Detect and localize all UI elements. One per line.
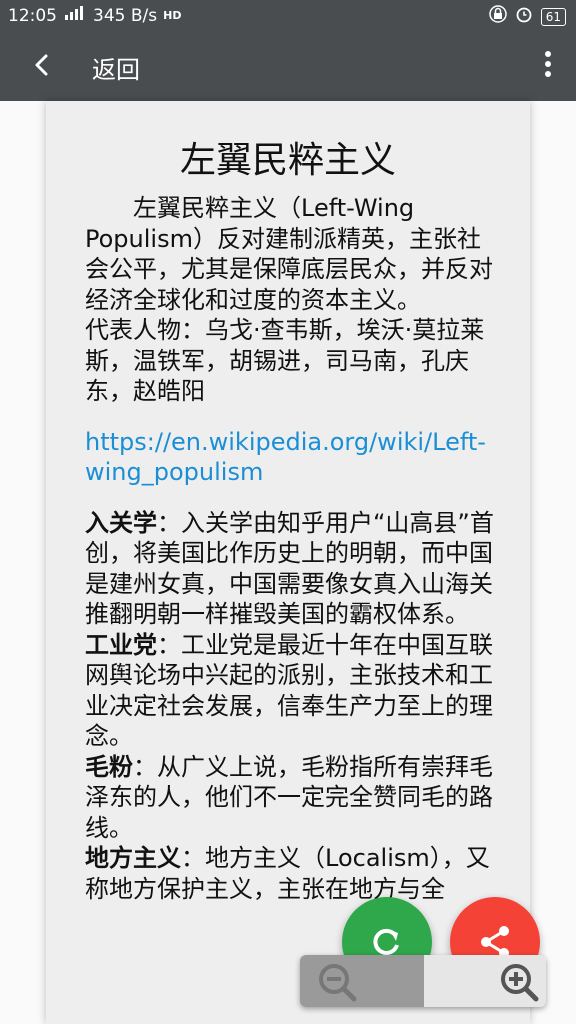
section-term: 入关学 <box>85 508 157 537</box>
lock-icon <box>488 5 507 28</box>
section-paragraph: 入关学：入关学由知乎用户“山高县”首创，将美国比作历史上的明朝，而中国是建州女真… <box>85 508 494 629</box>
article-title: 左翼民粹主义 <box>179 140 396 181</box>
section-paragraph: 工业党：工业党是最近十年在中国互联网舆论场中兴起的派别，主张技术和工业决定社会发… <box>85 630 493 751</box>
zoom-in-icon <box>424 964 546 1007</box>
zoom-out-button[interactable] <box>300 955 424 1007</box>
alarm-icon <box>515 5 533 28</box>
section-term: 毛粉 <box>85 752 133 781</box>
section-term: 工业党 <box>85 630 157 659</box>
back-arrow-icon[interactable] <box>28 50 56 80</box>
more-options-icon[interactable] <box>538 48 558 84</box>
zoom-controls <box>300 955 546 1007</box>
section-paragraph: 地方主义：地方主义（Localism），又称地方保护主义，主张在地方与全 <box>85 844 490 903</box>
section-term: 地方主义 <box>85 844 181 872</box>
article-body: 左翼民粹主义（Left-Wing Populism）反对建制派精英，主张社会公平… <box>85 193 495 904</box>
signal-icon <box>63 5 87 26</box>
battery-icon: 61 <box>540 7 566 26</box>
wiki-link[interactable]: https://en.wikipedia.org/wiki/Left-wing_… <box>85 427 495 488</box>
article-card: 左翼民粹主义 左翼民粹主义（Left-Wing Populism）反对建制派精英… <box>46 101 530 1024</box>
app-bar: 返回 <box>0 30 576 101</box>
section-paragraph: 毛粉：从广义上说，毛粉指所有崇拜毛泽东的人，他们不一定完全赞同毛的路线。 <box>85 752 493 842</box>
article-representatives: 代表人物：乌戈·查韦斯，埃沃·莫拉莱斯，温铁军，胡锡进，司马南，孔庆东，赵皓阳 <box>85 316 485 405</box>
zoom-in-button[interactable] <box>424 955 546 1007</box>
status-time: 12:05 <box>8 5 57 26</box>
network-speed: 345 B/s <box>93 5 158 26</box>
hd-badge: HD <box>163 9 182 22</box>
status-bar: 12:05 345 B/s HD 61 <box>0 0 576 30</box>
back-button[interactable]: 返回 <box>92 50 140 85</box>
zoom-out-icon <box>300 964 424 1007</box>
article-intro: 左翼民粹主义（Left-Wing Populism）反对建制派精英，主张社会公平… <box>85 194 493 314</box>
